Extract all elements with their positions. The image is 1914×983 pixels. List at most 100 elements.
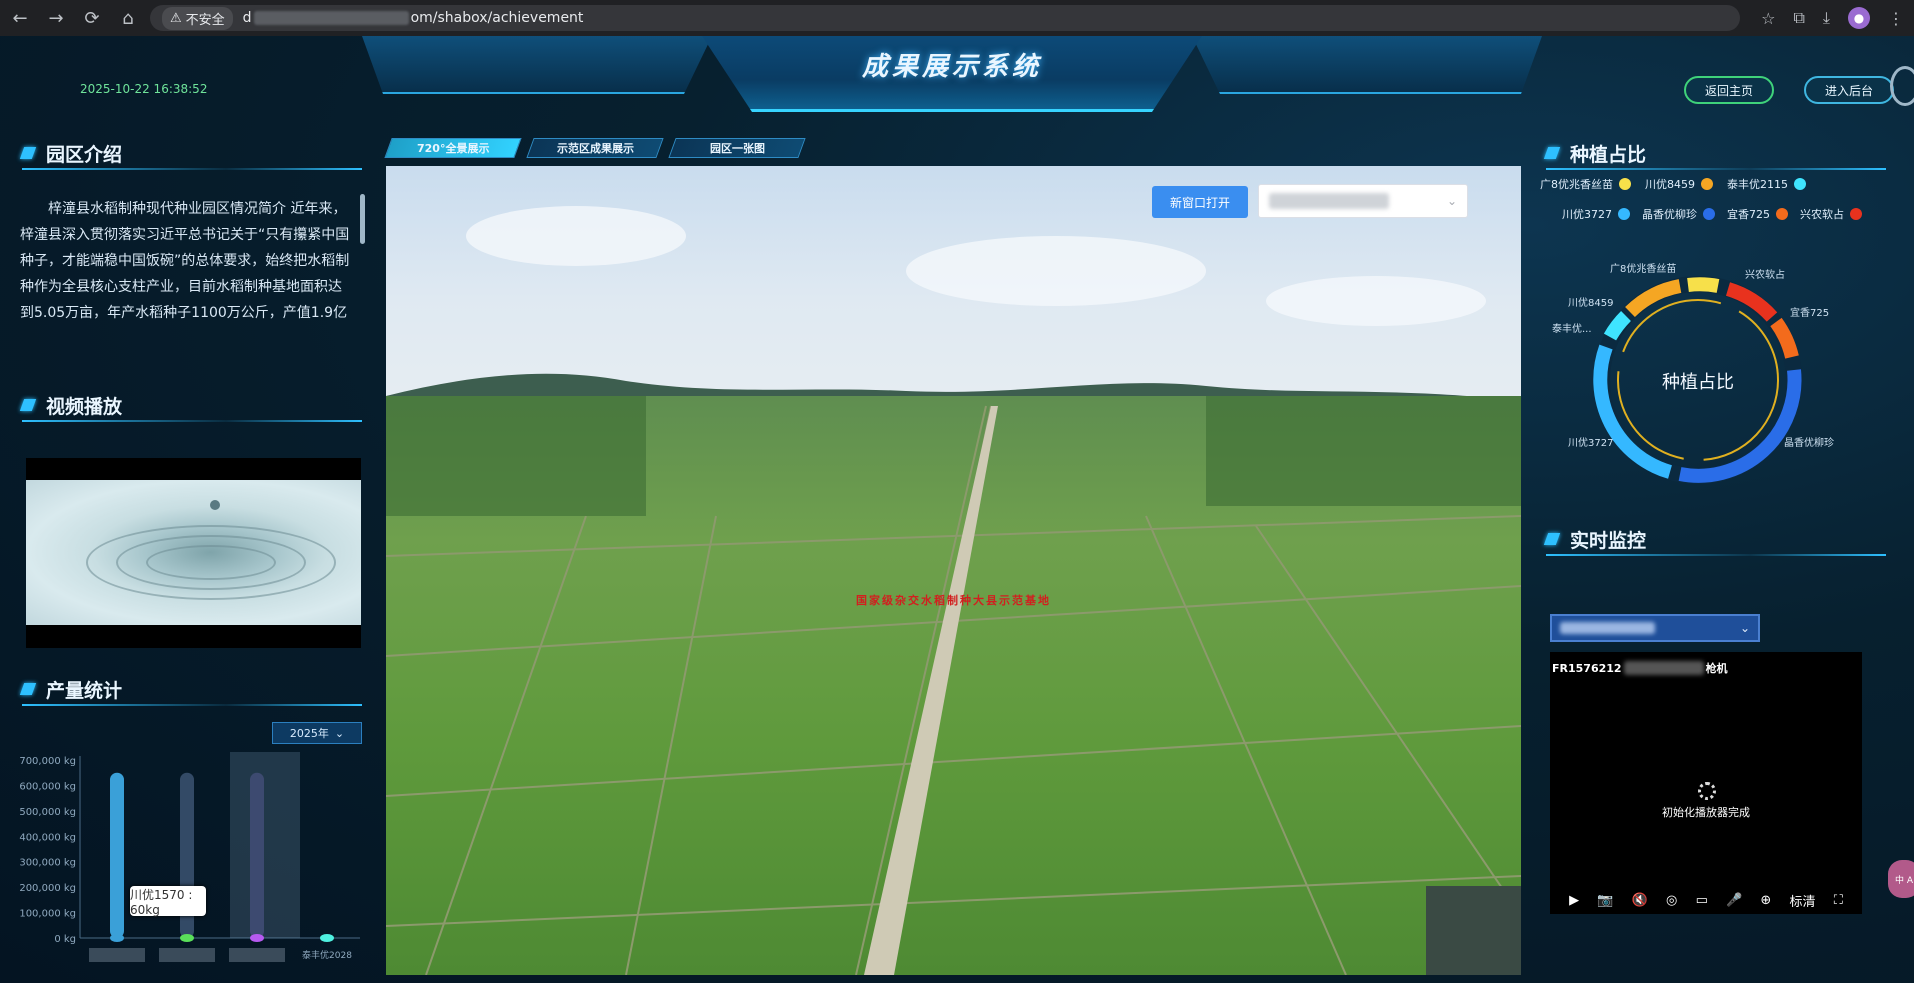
header-banner: 成果展示系统 xyxy=(362,36,1542,114)
address-bar[interactable]: ⚠ 不安全 d om/shabox/achievement xyxy=(150,5,1740,31)
legend-item[interactable]: 泰丰优2115 xyxy=(1727,176,1806,192)
scene-select[interactable]: ⌄ xyxy=(1258,184,1468,218)
section-marker-icon xyxy=(1543,533,1561,545)
monitor-header: 实时监控 xyxy=(1543,526,1886,556)
section-marker-icon xyxy=(1543,147,1561,159)
record-icon[interactable]: ▭ xyxy=(1696,893,1708,908)
redacted-camera-group xyxy=(1560,622,1655,634)
bar-base-dot xyxy=(110,934,124,942)
section-marker-icon xyxy=(19,399,37,411)
ring-label: 川优8459 xyxy=(1568,296,1613,309)
bookmark-star-icon[interactable]: ☆ xyxy=(1761,9,1775,28)
dashboard: 成果展示系统 2025-10-22 16:38:52 返回主页 进入后台 园区介… xyxy=(0,36,1914,983)
chevron-down-icon: ⌄ xyxy=(334,726,345,740)
translate-badge[interactable]: 中 A xyxy=(1888,860,1914,898)
home-icon[interactable]: ⌂ xyxy=(112,4,144,32)
legend-item[interactable]: 兴农软占 xyxy=(1800,206,1862,222)
tab-panorama[interactable]: 720°全景展示 xyxy=(384,138,522,158)
new-window-button[interactable]: 新窗口打开 xyxy=(1152,186,1248,218)
legend-item[interactable]: 晶香优柳珍 xyxy=(1642,206,1715,222)
bars: 泰丰优2028 xyxy=(89,752,352,962)
loading-spinner-icon xyxy=(1698,782,1716,800)
y-tick-label: 300,000 kg xyxy=(19,858,76,869)
planting-donut-chart: 种植占比 广8优兆香丝苗 兴农软占 川优8459 宜香725 泰丰优... 川优… xyxy=(1552,262,1834,484)
video-player[interactable] xyxy=(26,458,361,648)
y-tick-label: 500,000 kg xyxy=(19,807,76,818)
bar[interactable] xyxy=(250,772,264,938)
warning-icon: ⚠ xyxy=(170,10,182,26)
chevron-down-icon: ⌄ xyxy=(1739,621,1750,635)
y-tick-label: 400,000 kg xyxy=(19,832,76,843)
redacted-x-label xyxy=(229,948,285,962)
back-icon[interactable]: ← xyxy=(4,4,36,32)
legend-item[interactable]: 广8优兆香丝苗 xyxy=(1540,176,1631,192)
admin-button[interactable]: 进入后台 xyxy=(1804,76,1894,104)
intro-scrollbar[interactable] xyxy=(360,194,365,244)
redacted-scene-name xyxy=(1269,193,1389,209)
browser-toolbar: ← → ⟳ ⌂ ⚠ 不安全 d om/shabox/achievement ☆ … xyxy=(0,0,1914,36)
floating-circle-icon[interactable] xyxy=(1890,66,1914,106)
fullscreen-icon[interactable]: ⛶ xyxy=(1834,893,1843,908)
production-header: 产量统计 xyxy=(19,676,362,706)
tab-demo-results[interactable]: 示范区成果展示 xyxy=(526,138,664,158)
planting-header: 种植占比 xyxy=(1543,140,1886,170)
ring-label: 晶香优柳珍 xyxy=(1784,436,1834,449)
water-drop xyxy=(210,500,220,510)
planting-legend: 广8优兆香丝苗 川优8459 泰丰优2115 川优3727 晶香优柳珍 宜香72… xyxy=(1540,176,1910,236)
donut-segment-red[interactable] xyxy=(1725,282,1778,322)
rice-fields xyxy=(386,396,1521,975)
url-text: d om/shabox/achievement xyxy=(242,10,584,26)
camera-player[interactable]: FR1576212 枪机 初始化播放器完成 ▶ 📷 🔇 ◎ ▭ 🎤 ⊕ 标清 ⛶ xyxy=(1550,652,1862,914)
ptz-icon[interactable]: ◎ xyxy=(1666,893,1677,908)
y-tick-label: 700,000 kg xyxy=(19,756,76,767)
video-header: 视频播放 xyxy=(19,392,362,422)
extensions-icon[interactable]: ⧉ xyxy=(1793,8,1804,28)
ring-label: 川优3727 xyxy=(1568,436,1613,449)
reload-icon[interactable]: ⟳ xyxy=(76,4,108,32)
camera-name: FR1576212 枪机 xyxy=(1552,661,1728,675)
y-tick-label: 100,000 kg xyxy=(19,909,76,920)
security-indicator[interactable]: ⚠ 不安全 xyxy=(162,6,233,30)
tab-park-map[interactable]: 园区一张图 xyxy=(668,138,806,158)
legend-item[interactable]: 川优8459 xyxy=(1645,176,1713,192)
play-icon[interactable]: ▶ xyxy=(1569,893,1579,908)
ring-label: 兴农软占 xyxy=(1745,268,1785,281)
bar[interactable] xyxy=(110,772,124,938)
redacted-x-label xyxy=(89,948,145,962)
section-marker-icon xyxy=(19,683,37,695)
zoom-icon[interactable]: ⊕ xyxy=(1760,893,1771,908)
donut-segment-orange[interactable] xyxy=(1625,279,1682,318)
donut-segment-cyan[interactable] xyxy=(1603,311,1632,341)
redacted-camera-id xyxy=(1623,661,1704,675)
snapshot-icon[interactable]: 📷 xyxy=(1597,893,1613,908)
forward-icon[interactable]: → xyxy=(40,4,72,32)
x-tick-label: 泰丰优2028 xyxy=(302,949,352,961)
menu-icon[interactable]: ⋮ xyxy=(1888,9,1904,28)
profile-avatar[interactable]: ● xyxy=(1848,7,1870,29)
player-controls: ▶ 📷 🔇 ◎ ▭ 🎤 ⊕ 标清 ⛶ xyxy=(1550,891,1862,910)
panorama-viewer[interactable]: 国家级杂交水稻制种大县示范基地 新窗口打开 ⌄ xyxy=(386,166,1521,975)
microphone-icon[interactable]: 🎤 xyxy=(1726,893,1742,908)
y-tick-label: 200,000 kg xyxy=(19,883,76,894)
legend-item[interactable]: 宜香725 xyxy=(1727,206,1788,222)
legend-item[interactable]: 川优3727 xyxy=(1562,206,1630,222)
bar-base-dot xyxy=(320,934,334,942)
video-frame xyxy=(26,480,361,625)
mute-icon[interactable]: 🔇 xyxy=(1632,893,1648,908)
donut-center-label: 种植占比 xyxy=(1662,372,1734,393)
donut-segment-yellow[interactable] xyxy=(1687,277,1720,293)
bar-base-dot xyxy=(180,934,194,942)
ring-label: 宜香725 xyxy=(1790,306,1829,319)
player-status: 初始化播放器完成 xyxy=(1662,806,1750,819)
quality-button[interactable]: 标清 xyxy=(1790,891,1816,910)
page-title: 成果展示系统 xyxy=(861,52,1042,82)
camera-select[interactable]: ⌄ xyxy=(1550,614,1760,642)
ring-label: 广8优兆香丝苗 xyxy=(1610,262,1676,275)
y-tick-label: 600,000 kg xyxy=(19,781,76,792)
bar-base-dot xyxy=(250,934,264,942)
chart-tooltip: 川优1570 : 60kg xyxy=(130,886,206,917)
download-icon[interactable]: ⤓ xyxy=(1823,8,1830,28)
redacted-domain xyxy=(253,11,409,25)
year-select[interactable]: 2025年 ⌄ xyxy=(272,722,362,744)
home-button[interactable]: 返回主页 xyxy=(1684,76,1774,104)
